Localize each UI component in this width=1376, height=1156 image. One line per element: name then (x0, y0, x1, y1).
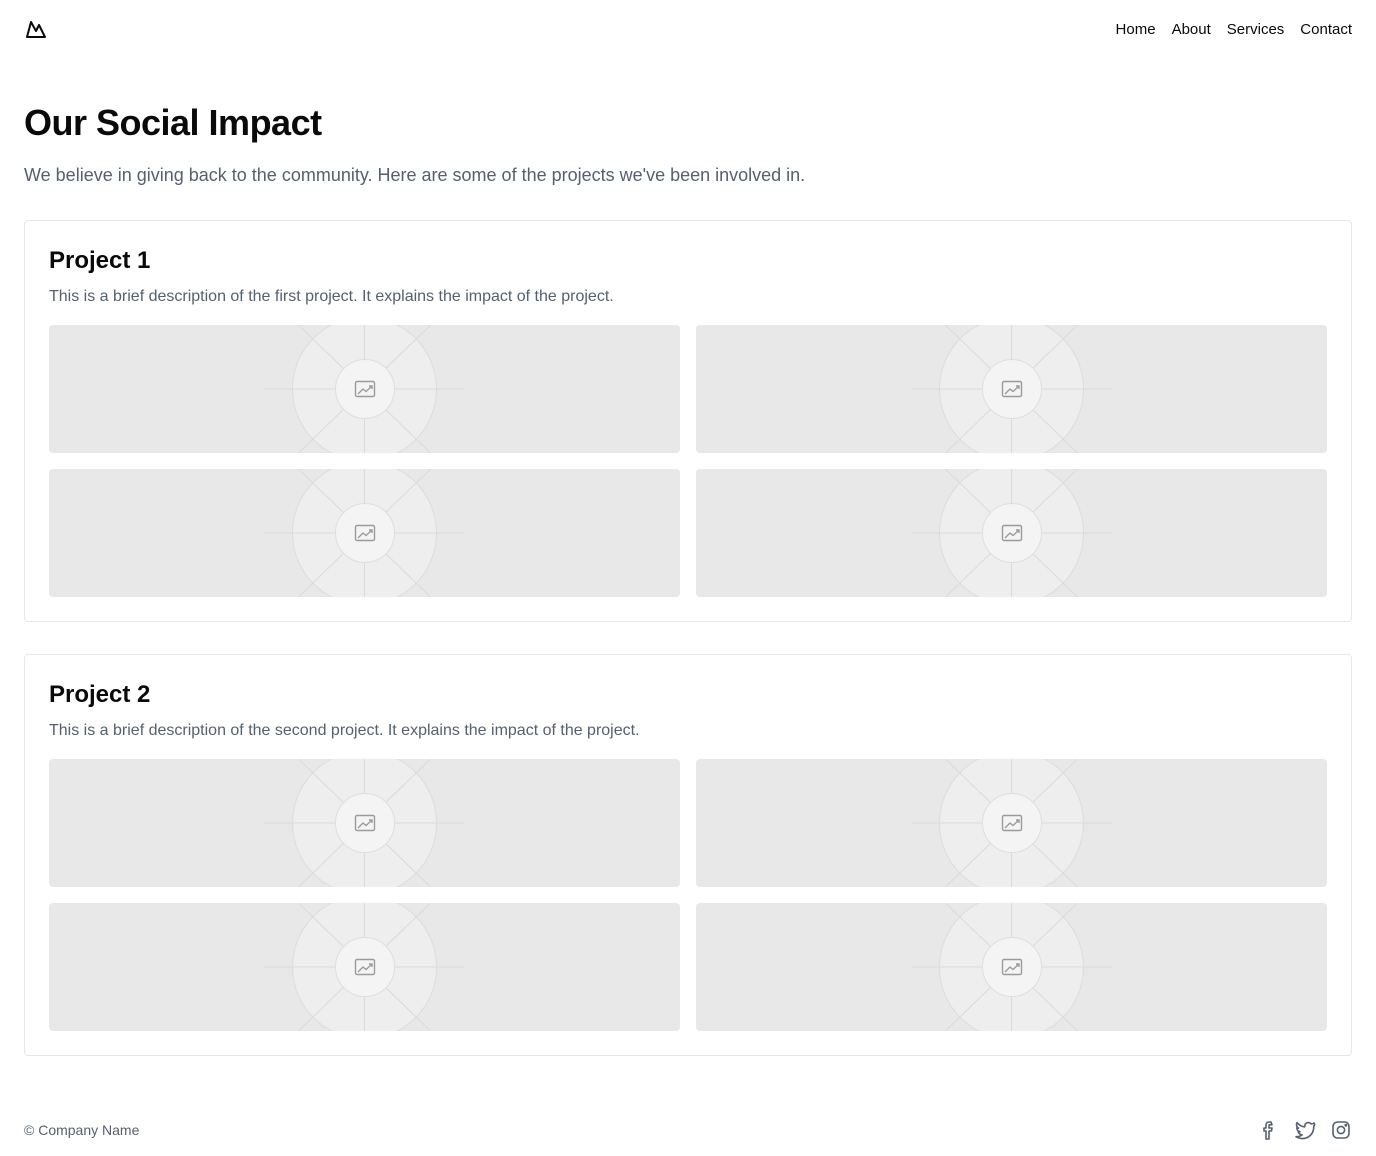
project-description: This is a brief description of the secon… (49, 722, 640, 739)
image-placeholder-icon (981, 937, 1042, 997)
project-description: This is a brief description of the first… (49, 288, 614, 305)
nav-services-link[interactable]: Services (1227, 21, 1285, 38)
project-card: Project 2 This is a brief description of… (24, 654, 1352, 1056)
project-title: Project 1 (49, 247, 151, 274)
project-image[interactable] (49, 759, 680, 887)
project-card: Project 1 This is a brief description of… (24, 220, 1352, 622)
project-image[interactable] (696, 759, 1327, 887)
project-image[interactable] (696, 325, 1327, 453)
image-placeholder-icon (334, 937, 395, 997)
site-footer: © Company Name (24, 1116, 1352, 1144)
mountain-logo-icon[interactable] (24, 17, 48, 41)
nav-home-link[interactable]: Home (1116, 21, 1156, 38)
image-placeholder-icon (334, 793, 395, 853)
instagram-icon[interactable] (1330, 1119, 1352, 1141)
image-placeholder-icon (981, 503, 1042, 563)
facebook-icon[interactable] (1258, 1119, 1280, 1141)
twitter-icon[interactable] (1294, 1119, 1316, 1141)
project-title: Project 2 (49, 681, 151, 708)
copyright-text: © Company Name (24, 1122, 140, 1138)
project-image[interactable] (49, 469, 680, 597)
page-subtitle: We believe in giving back to the communi… (24, 165, 806, 185)
project-image[interactable] (696, 469, 1327, 597)
site-header: Home About Services Contact (24, 14, 1352, 44)
image-placeholder-icon (334, 359, 395, 419)
project-image[interactable] (696, 903, 1327, 1031)
main-nav: Home About Services Contact (1116, 21, 1352, 38)
hero-section: Our Social Impact We believe in giving b… (24, 100, 1352, 188)
image-placeholder-icon (981, 793, 1042, 853)
page-title: Our Social Impact (24, 102, 322, 143)
project-image[interactable] (49, 903, 680, 1031)
social-links (1258, 1119, 1352, 1141)
image-placeholder-icon (981, 359, 1042, 419)
image-placeholder-icon (334, 503, 395, 563)
nav-about-link[interactable]: About (1172, 21, 1211, 38)
project-image-grid (49, 325, 1327, 597)
nav-contact-link[interactable]: Contact (1300, 21, 1352, 38)
project-image[interactable] (49, 325, 680, 453)
project-image-grid (49, 759, 1327, 1031)
